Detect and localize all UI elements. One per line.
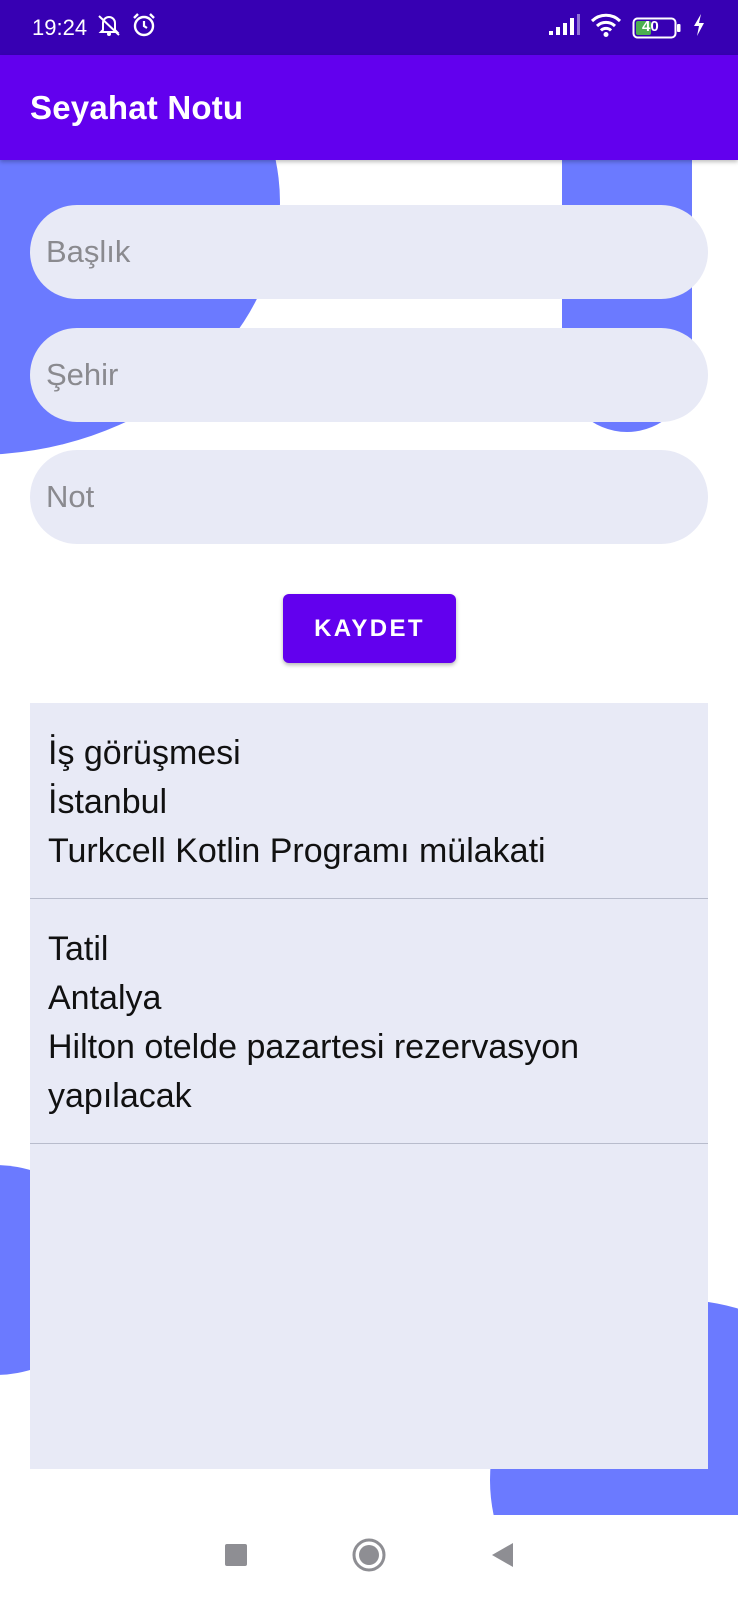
note-placeholder: Not bbox=[46, 479, 95, 514]
app-title: Seyahat Notu bbox=[30, 88, 244, 126]
signal-icon bbox=[548, 14, 580, 41]
note-city: İstanbul bbox=[48, 783, 168, 821]
mute-notifications-icon bbox=[95, 13, 123, 43]
recents-button[interactable] bbox=[206, 1528, 266, 1588]
home-icon bbox=[351, 1537, 387, 1578]
wifi-icon bbox=[590, 13, 622, 42]
app-bar: Seyahat Notu bbox=[0, 55, 738, 160]
back-icon bbox=[489, 1541, 515, 1574]
note-input[interactable]: Not bbox=[30, 450, 708, 544]
city-placeholder: Şehir bbox=[46, 357, 119, 392]
save-button[interactable]: KAYDET bbox=[283, 594, 456, 663]
alarm-icon bbox=[131, 12, 157, 44]
status-bar: 19:24 40 bbox=[0, 0, 738, 55]
charging-icon bbox=[692, 13, 706, 42]
home-button[interactable] bbox=[339, 1528, 399, 1588]
note-text: Turkcell Kotlin Programı mülakati bbox=[48, 832, 546, 870]
back-button[interactable] bbox=[472, 1528, 532, 1588]
note-title: İş görüşmesi bbox=[48, 734, 241, 772]
notes-list: İş görüşmesi İstanbul Turkcell Kotlin Pr… bbox=[30, 703, 708, 1469]
list-item[interactable]: Tatil Antalya Hilton otelde pazartesi re… bbox=[30, 899, 708, 1144]
navigation-bar bbox=[0, 1515, 738, 1600]
battery-level: 40 bbox=[642, 17, 659, 35]
note-city: Antalya bbox=[48, 979, 162, 1017]
list-item[interactable]: İş görüşmesi İstanbul Turkcell Kotlin Pr… bbox=[30, 703, 708, 899]
title-placeholder: Başlık bbox=[46, 234, 131, 269]
main-content: Başlık Şehir Not KAYDET İş görüşmesi İst… bbox=[0, 160, 738, 1515]
city-input[interactable]: Şehir bbox=[30, 328, 708, 422]
title-input[interactable]: Başlık bbox=[30, 205, 708, 299]
note-title: Tatil bbox=[48, 930, 109, 968]
battery-icon: 40 bbox=[632, 16, 682, 40]
status-time: 19:24 bbox=[32, 14, 88, 40]
recents-icon bbox=[224, 1543, 248, 1572]
note-text: Hilton otelde pazartesi rezervasyon yapı… bbox=[48, 1028, 580, 1115]
